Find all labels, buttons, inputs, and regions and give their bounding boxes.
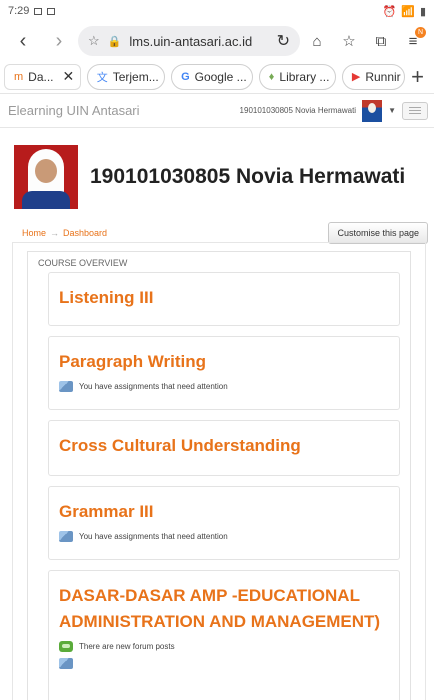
tab-translate[interactable]: 文 Terjem... <box>86 63 166 90</box>
notice-text[interactable]: There are new forum posts <box>79 642 175 651</box>
user-menu-name[interactable]: 190101030805 Novia Hermawati <box>240 106 357 115</box>
breadcrumb-separator: → <box>50 228 60 238</box>
course-title-link[interactable]: Listening III <box>59 288 153 307</box>
tab-dashboard[interactable]: m Da... ✕ <box>4 63 81 90</box>
tab-label: Library ... <box>279 69 330 84</box>
tab-library[interactable]: ♦ Library ... <box>258 63 336 90</box>
assignment-icon <box>59 381 73 392</box>
url-bar[interactable]: ☆ 🔒 lms.uin-antasari.ac.id ↻ <box>78 26 300 56</box>
nav-toggle-button[interactable] <box>402 101 428 120</box>
tab-label: Runnir <box>365 69 401 84</box>
site-navbar: Elearning UIN Antasari 190101030805 Novi… <box>0 94 434 128</box>
site-brand[interactable]: Elearning UIN Antasari <box>8 103 140 118</box>
course-notice-partial <box>59 658 389 669</box>
course-box: Listening III <box>48 272 400 326</box>
menu-icon[interactable]: ≡ N <box>398 26 428 56</box>
assignment-icon <box>59 658 73 669</box>
alarm-icon: ⏰ <box>382 5 397 18</box>
notification-icon <box>34 7 43 15</box>
profile-header: 190101030805 Novia Hermawati <box>0 128 434 212</box>
course-notice[interactable]: There are new forum posts <box>59 641 389 652</box>
tab-label: Da... <box>28 69 54 84</box>
status-right: ⏰ 📶 ▮ <box>383 5 426 18</box>
avatar-shirt <box>22 191 70 209</box>
notice-text[interactable]: You have assignments that need attention <box>79 532 228 541</box>
forum-icon <box>59 641 73 652</box>
close-tab-icon[interactable]: ✕ <box>63 68 75 85</box>
tab-label: Terjem... <box>112 69 159 84</box>
course-overview-block: COURSE OVERVIEW Listening III Paragraph … <box>27 251 411 700</box>
course-title-link[interactable]: Cross Cultural Understanding <box>59 436 301 455</box>
tab-running[interactable]: ▶ Runnir <box>341 63 406 90</box>
course-box: DASAR-DASAR AMP -EDUCATIONAL ADMINISTRAT… <box>48 570 400 700</box>
block-title: COURSE OVERVIEW <box>38 258 128 268</box>
breadcrumb-dashboard[interactable]: Dashboard <box>63 228 107 238</box>
course-box: Grammar III You have assignments that ne… <box>48 486 400 560</box>
tab-google[interactable]: G Google ... <box>171 63 253 90</box>
notice-text[interactable]: You have assignments that need attention <box>79 382 228 391</box>
bookmark-star-icon[interactable]: ☆ <box>88 33 100 49</box>
main-region: COURSE OVERVIEW Listening III Paragraph … <box>12 242 426 700</box>
reload-icon[interactable]: ↻ <box>277 31 290 51</box>
tab-strip: m Da... ✕ 文 Terjem... G Google ... ♦ Lib… <box>0 60 434 94</box>
course-notice[interactable]: You have assignments that need attention <box>59 531 389 542</box>
new-tab-icon[interactable]: + <box>411 64 430 90</box>
course-notice[interactable]: You have assignments that need attention <box>59 381 389 392</box>
home-icon[interactable]: ⌂ <box>302 26 332 56</box>
moodle-icon: m <box>14 70 24 83</box>
status-bar: 7:29 ⏰ 📶 ▮ <box>0 0 434 22</box>
page-title: 190101030805 Novia Hermawati <box>90 165 406 188</box>
assignment-icon <box>59 531 73 542</box>
tab-label: Google ... <box>194 69 247 84</box>
status-time: 7:29 <box>8 5 30 17</box>
caret-down-icon[interactable]: ▼ <box>388 106 396 115</box>
status-left: 7:29 <box>8 5 56 17</box>
forward-icon[interactable]: › <box>42 24 76 58</box>
menu-badge: N <box>415 27 426 38</box>
breadcrumb-home[interactable]: Home <box>22 228 46 238</box>
youtube-icon: ▶ <box>351 71 361 83</box>
breadcrumb: Home → Dashboard <box>22 228 107 238</box>
wifi-icon: 📶 <box>401 5 415 18</box>
course-box: Paragraph Writing You have assignments t… <box>48 336 400 410</box>
battery-icon: ▮ <box>419 5 426 18</box>
profile-picture <box>14 145 78 209</box>
image-icon <box>47 7 56 15</box>
course-title-link[interactable]: Paragraph Writing <box>59 352 206 371</box>
lock-icon: 🔒 <box>107 35 122 48</box>
course-title-link[interactable]: DASAR-DASAR AMP -EDUCATIONAL ADMINISTRAT… <box>59 586 380 631</box>
library-icon: ♦ <box>268 70 275 83</box>
course-title-link[interactable]: Grammar III <box>59 502 154 521</box>
url-text[interactable]: lms.uin-antasari.ac.id <box>129 34 268 49</box>
back-icon[interactable]: ‹ <box>6 24 40 58</box>
course-box: Cross Cultural Understanding <box>48 420 400 476</box>
address-row: ‹ › ☆ 🔒 lms.uin-antasari.ac.id ↻ ⌂ ☆ ⧉ ≡… <box>0 22 434 60</box>
tabs-icon[interactable]: ⧉ <box>366 26 396 56</box>
translate-icon: 文 <box>96 71 108 84</box>
google-icon: G <box>181 70 190 83</box>
add-bookmark-icon[interactable]: ☆ <box>334 26 364 56</box>
customise-page-button[interactable]: Customise this page <box>328 222 428 244</box>
avatar-face <box>35 159 57 183</box>
avatar[interactable] <box>362 99 383 122</box>
user-menu[interactable]: 190101030805 Novia Hermawati ▼ <box>240 99 428 122</box>
